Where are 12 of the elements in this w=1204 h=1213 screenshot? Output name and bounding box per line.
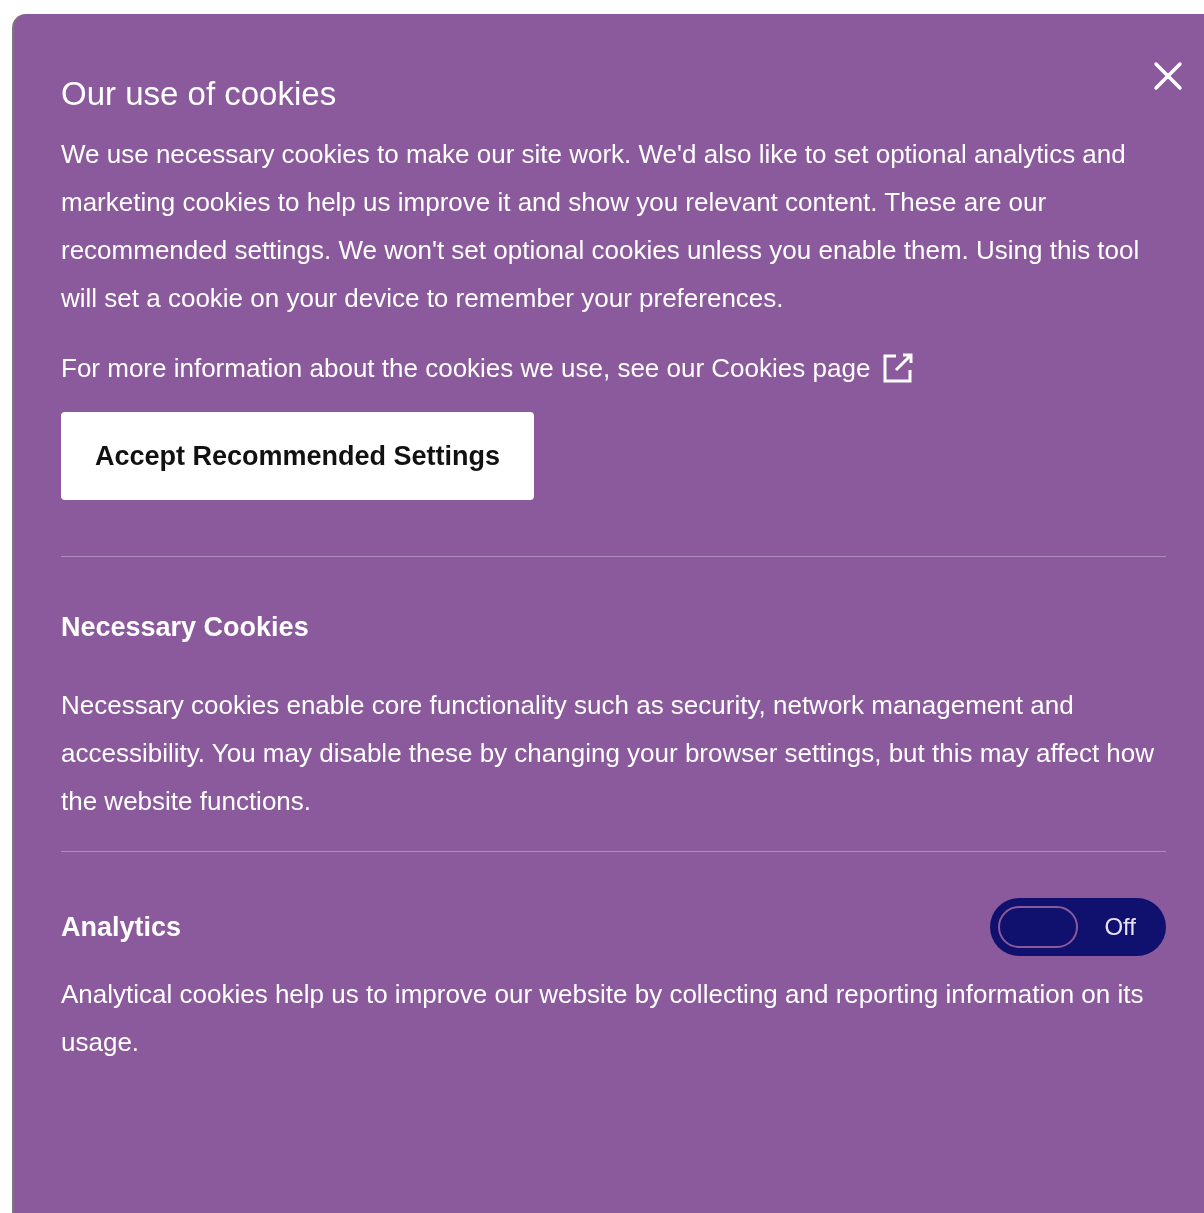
intro-text: We use necessary cookies to make our site work. We'd also like to set optional analytics and marketing cookies to help us improve it and show you relevant content. These are our recommended settings. We won't set optional cookies unless you enable them. Using this tool will set a cookie on your device to remember your preferences. [61, 138, 1141, 315]
accept-button[interactable]: Accept Recommended Settings [61, 412, 535, 500]
toggle-switch[interactable]: Off [990, 898, 1166, 956]
external-link-icon [882, 352, 915, 384]
dialog-title: Our use of cookies [61, 74, 338, 114]
close-icon[interactable] [1152, 60, 1184, 92]
cookies-page-link[interactable]: Cookies page [711, 344, 915, 392]
info-text: For more information about the cookies we use, see our Cookies page [61, 344, 1166, 392]
section-description: Analytical cookies help us to improve our website by collecting and reporting information on its usage. [61, 978, 1145, 1059]
section-description: Necessary cookies enable core functionality such as security, network management and accessibility. You may disable these by changing your browser settings, but this may affect how the website functions. [61, 689, 1156, 818]
section-title: Analytics [61, 911, 182, 944]
section-title: Necessary Cookies [61, 611, 310, 644]
